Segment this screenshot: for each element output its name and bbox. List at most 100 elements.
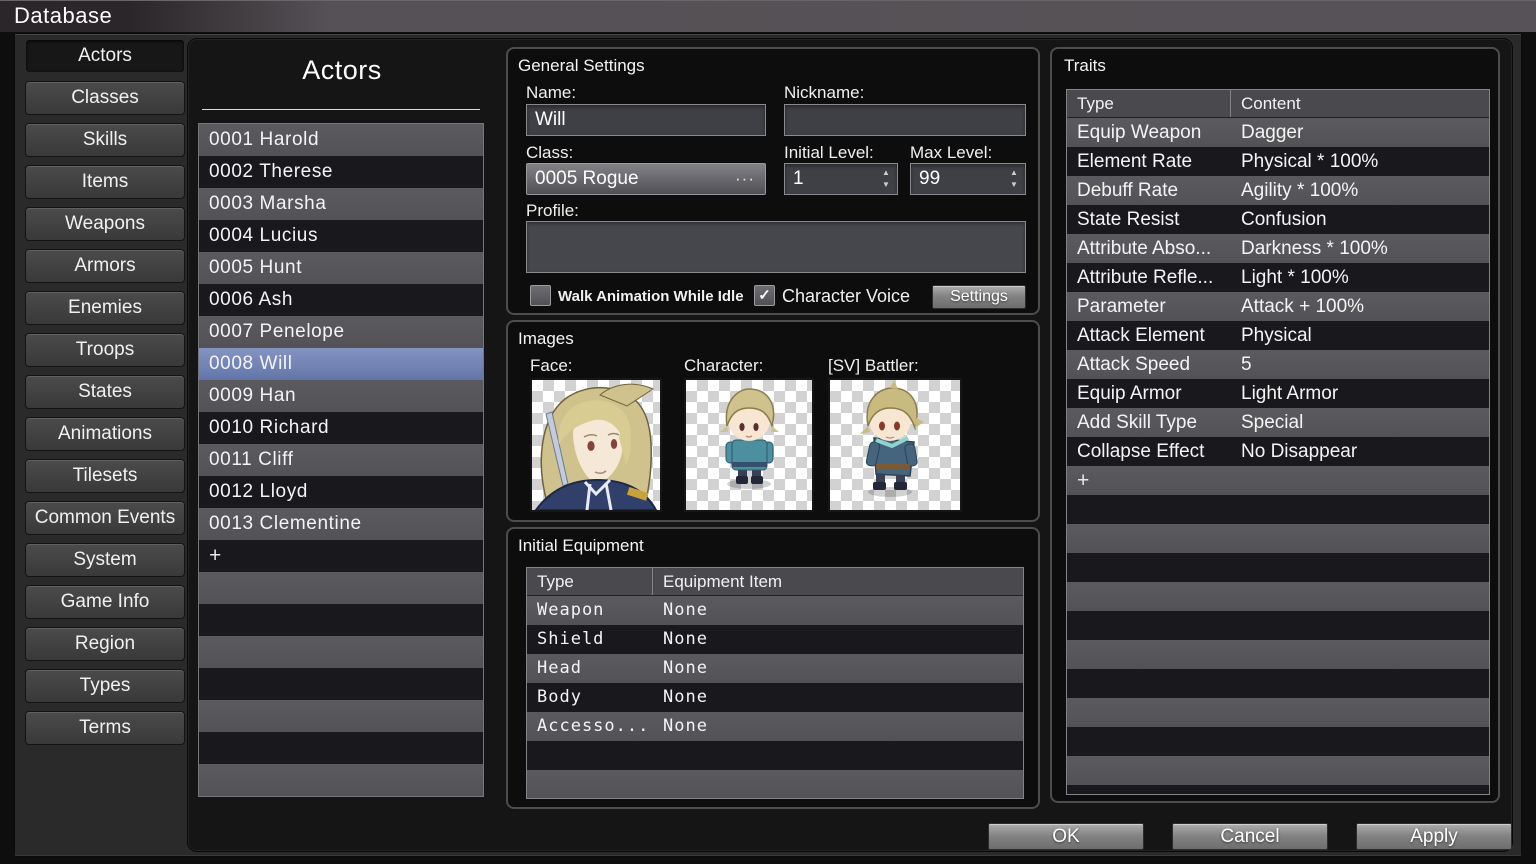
spinner-arrows-icon[interactable]: ▲▼ bbox=[1008, 167, 1020, 191]
trait-row-type-cell: Debuff Rate bbox=[1067, 176, 1231, 205]
character-sprite-image[interactable] bbox=[684, 378, 814, 512]
actor-list-item[interactable]: 0012 Lloyd bbox=[199, 476, 483, 508]
trait-row-type-cell: Attribute Abso... bbox=[1067, 234, 1231, 263]
general-settings-panel: General Settings Name: Nickname: Class: … bbox=[506, 47, 1040, 315]
equipment-row[interactable]: ShieldNone bbox=[527, 625, 1023, 654]
sidebar-tab-weapons[interactable]: Weapons bbox=[25, 207, 185, 241]
empty-row bbox=[1067, 669, 1489, 698]
walk-animation-checkbox[interactable] bbox=[530, 285, 551, 306]
sidebar-tab-armors[interactable]: Armors bbox=[25, 249, 185, 283]
trait-row[interactable]: Attribute Abso...Darkness * 100% bbox=[1067, 234, 1489, 263]
character-voice-checkbox[interactable]: ✓ bbox=[754, 285, 775, 306]
database-window: Actors Classes Skills Items Weapons Armors Ene… bbox=[14, 33, 1522, 857]
empty-row bbox=[527, 741, 1023, 770]
sidebar-tab-enemies[interactable]: Enemies bbox=[25, 291, 185, 325]
trait-row[interactable]: Element RatePhysical * 100% bbox=[1067, 147, 1489, 176]
trait-row-value-cell: Special bbox=[1231, 408, 1489, 437]
max-level-label: Max Level: bbox=[910, 143, 992, 163]
actor-list-item[interactable]: 0010 Richard bbox=[199, 412, 483, 444]
spinner-arrows-icon[interactable]: ▲▼ bbox=[880, 167, 892, 191]
add-actor-row[interactable]: + bbox=[199, 540, 483, 572]
sidebar-tab-animations[interactable]: Animations bbox=[25, 417, 185, 451]
initial-level-label: Initial Level: bbox=[784, 143, 874, 163]
traits-table: Type Content Equip WeaponDaggerElement R… bbox=[1066, 89, 1490, 795]
content-area: Actors 0001 Harold0002 Therese0003 Marsh… bbox=[187, 38, 1513, 852]
trait-row-value-cell: 5 bbox=[1231, 350, 1489, 379]
sidebar-tab-game-info[interactable]: Game Info bbox=[25, 585, 185, 619]
max-level-spinner[interactable]: 99 ▲▼ bbox=[910, 163, 1026, 195]
empty-row bbox=[199, 668, 483, 700]
voice-settings-button[interactable]: Settings bbox=[932, 285, 1026, 309]
cancel-button[interactable]: Cancel bbox=[1172, 823, 1328, 850]
sidebar-tab-tilesets[interactable]: Tilesets bbox=[25, 459, 185, 493]
trait-row-type-cell: Element Rate bbox=[1067, 147, 1231, 176]
actor-list-item[interactable]: 0009 Han bbox=[199, 380, 483, 412]
empty-row bbox=[1067, 582, 1489, 611]
sidebar-tab-actors[interactable]: Actors bbox=[25, 39, 185, 73]
add-row[interactable]: + bbox=[1067, 466, 1489, 495]
trait-row[interactable]: State ResistConfusion bbox=[1067, 205, 1489, 234]
actor-list-item[interactable]: 0005 Hunt bbox=[199, 252, 483, 284]
actor-list-item[interactable]: 0013 Clementine bbox=[199, 508, 483, 540]
sidebar-tab-skills[interactable]: Skills bbox=[25, 123, 185, 157]
max-level-value: 99 bbox=[919, 168, 940, 189]
actor-list-item[interactable]: 0006 Ash bbox=[199, 284, 483, 316]
face-image[interactable] bbox=[530, 378, 662, 512]
trait-row[interactable]: Attack ElementPhysical bbox=[1067, 321, 1489, 350]
equipment-row-value-cell: None bbox=[653, 625, 1023, 654]
actor-list-item[interactable]: 0011 Cliff bbox=[199, 444, 483, 476]
trait-row[interactable]: Add Skill TypeSpecial bbox=[1067, 408, 1489, 437]
trait-row[interactable]: Equip WeaponDagger bbox=[1067, 118, 1489, 147]
empty-row bbox=[199, 604, 483, 636]
panel-title: Images bbox=[518, 329, 574, 349]
equipment-row-value-cell: None bbox=[653, 596, 1023, 625]
sidebar-tab-region[interactable]: Region bbox=[25, 627, 185, 661]
panel-title: Traits bbox=[1064, 56, 1106, 76]
actor-list-item[interactable]: 0004 Lucius bbox=[199, 220, 483, 252]
empty-row bbox=[1067, 495, 1489, 524]
actor-list-item[interactable]: 0001 Harold bbox=[199, 124, 483, 156]
trait-row[interactable]: Attack Speed5 bbox=[1067, 350, 1489, 379]
class-select-button[interactable]: 0005 Rogue ··· bbox=[526, 163, 766, 195]
sidebar-tab-items[interactable]: Items bbox=[25, 165, 185, 199]
sidebar: Actors Classes Skills Items Weapons Armors Ene… bbox=[25, 39, 185, 753]
ellipsis-icon: ··· bbox=[735, 164, 755, 194]
ok-button[interactable]: OK bbox=[988, 823, 1144, 850]
actor-list-item[interactable]: 0002 Therese bbox=[199, 156, 483, 188]
sv-battler-image[interactable] bbox=[828, 378, 962, 512]
equipment-row[interactable]: WeaponNone bbox=[527, 596, 1023, 625]
sidebar-tab-classes[interactable]: Classes bbox=[25, 81, 185, 115]
column-header-type: Type bbox=[527, 568, 653, 595]
equipment-row[interactable]: HeadNone bbox=[527, 654, 1023, 683]
nickname-label: Nickname: bbox=[784, 83, 864, 103]
equipment-row[interactable]: BodyNone bbox=[527, 683, 1023, 712]
trait-row[interactable]: Attribute Refle...Light * 100% bbox=[1067, 263, 1489, 292]
sidebar-tab-states[interactable]: States bbox=[25, 375, 185, 409]
actor-list-item[interactable]: 0007 Penelope bbox=[199, 316, 483, 348]
sidebar-tab-troops[interactable]: Troops bbox=[25, 333, 185, 367]
trait-row[interactable]: ParameterAttack + 100% bbox=[1067, 292, 1489, 321]
actor-list[interactable]: 0001 Harold0002 Therese0003 Marsha0004 L… bbox=[198, 123, 484, 797]
sidebar-tab-types[interactable]: Types bbox=[25, 669, 185, 703]
panel-title: General Settings bbox=[518, 56, 645, 76]
trait-row[interactable]: Equip ArmorLight Armor bbox=[1067, 379, 1489, 408]
empty-row bbox=[1067, 611, 1489, 640]
apply-button[interactable]: Apply bbox=[1356, 823, 1512, 850]
name-input[interactable] bbox=[526, 104, 766, 136]
initial-level-spinner[interactable]: 1 ▲▼ bbox=[784, 163, 898, 195]
column-header-type: Type bbox=[1067, 90, 1231, 117]
sidebar-tab-terms[interactable]: Terms bbox=[25, 711, 185, 745]
sidebar-tab-common-events[interactable]: Common Events bbox=[25, 501, 185, 535]
name-label: Name: bbox=[526, 83, 576, 103]
trait-row[interactable]: Collapse EffectNo Disappear bbox=[1067, 437, 1489, 466]
actor-list-item[interactable]: 0008 Will bbox=[199, 348, 483, 380]
trait-row-value-cell: Dagger bbox=[1231, 118, 1489, 147]
sidebar-tab-system[interactable]: System bbox=[25, 543, 185, 577]
nickname-input[interactable] bbox=[784, 104, 1026, 136]
actor-list-item[interactable]: 0003 Marsha bbox=[199, 188, 483, 220]
profile-textarea[interactable] bbox=[526, 221, 1026, 273]
equipment-row[interactable]: Accesso...None bbox=[527, 712, 1023, 741]
trait-row[interactable]: Debuff RateAgility * 100% bbox=[1067, 176, 1489, 205]
empty-row bbox=[199, 700, 483, 732]
title-divider bbox=[202, 109, 480, 110]
